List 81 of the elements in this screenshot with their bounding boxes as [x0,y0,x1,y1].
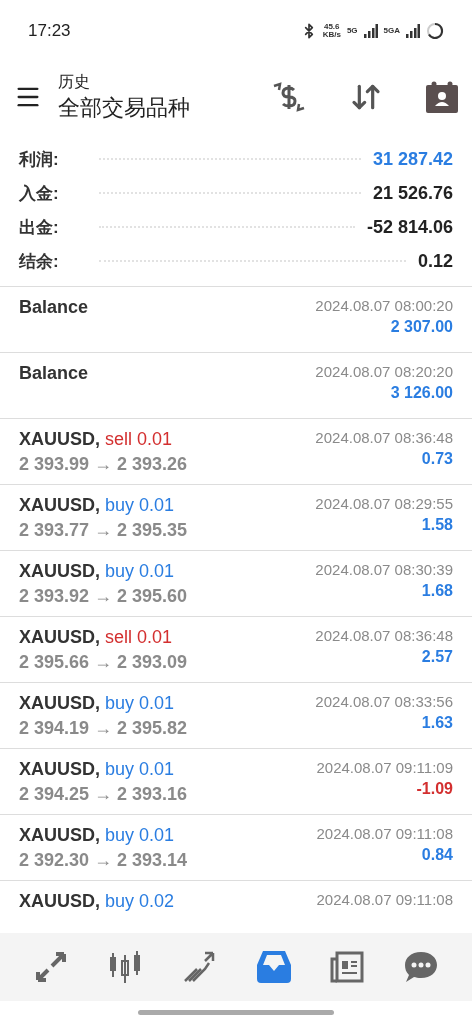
network-type: 5G [346,27,358,35]
newspaper-icon [330,951,365,983]
nav-tab[interactable] [256,951,291,983]
dollar-exchange-icon[interactable] [272,80,306,114]
order-type: buy 0.01 [105,693,175,714]
deal-type: Balance [19,297,89,318]
deal-time: 2024.08.07 08:33:56 [315,693,453,710]
profit: 0.84 [421,846,453,864]
profit: -1.09 [416,780,453,798]
symbol: XAUUSD, [19,627,100,648]
deal-time: 2024.08.07 09:11:08 [316,825,453,842]
symbol: XAUUSD, [19,429,100,450]
summary-label: 入金: [19,182,59,205]
deal-row[interactable]: XAUUSD, buy 0.01 2 393.92 → 2 395.60 2024.08.07 08:30:39 1.68 [0,551,472,617]
price-range: 2 394.19 → 2 395.82 [19,718,188,739]
deal-row[interactable]: XAUUSD, buy 0.01 2 393.77 → 2 395.35 2024.08.07 08:29:55 1.58 [0,485,472,551]
summary-value: -52 814.06 [366,216,453,238]
nav-tab[interactable] [330,951,365,983]
price-range: 2 392.30 → 2 393.14 [19,850,188,871]
speed-value: 45.6 [323,23,340,31]
summary-value: 31 287.42 [372,148,453,170]
summary-label: 出金: [19,216,59,239]
symbol: XAUUSD, [19,825,100,846]
deal-row[interactable]: Balance 2024.08.07 08:20:20 3 126.00 [0,353,472,419]
deal-row[interactable]: XAUUSD, buy 0.01 2 392.30 → 2 393.14 2024.08.07 09:11:08 0.84 [0,815,472,881]
network-type: 5GA [383,27,400,35]
signal-icon [406,24,420,38]
symbol-filter[interactable]: 全部交易品种 [58,92,190,123]
order-type: buy 0.01 [105,825,175,846]
deal-time: 2024.08.07 08:36:48 [315,429,453,446]
screen-title: 历史 [58,71,90,92]
contact-card-icon[interactable] [426,81,458,113]
price-range: 2 393.99 → 2 393.26 [19,454,188,475]
price-range: 2 393.92 → 2 395.60 [19,586,188,607]
diagonal-arrows-icon [33,952,68,982]
nav-tab[interactable] [33,952,68,982]
order-type: buy 0.02 [105,891,175,912]
deal-type: Balance [19,363,89,384]
price-range: 2 395.66 → 2 393.09 [19,652,188,673]
profit: 1.68 [421,582,453,600]
deal-row[interactable]: XAUUSD, buy 0.01 2 394.19 → 2 395.82 2024.08.07 08:33:56 1.63 [0,683,472,749]
profit: 2 307.00 [390,318,453,336]
summary-value: 0.12 [417,250,453,272]
symbol: XAUUSD, [19,561,100,582]
profit: 2.57 [421,648,453,666]
summary-label: 结余: [19,250,59,273]
deal-time: 2024.08.07 08:00:20 [315,297,453,314]
order-type: buy 0.01 [105,561,175,582]
chat-bubble-icon [404,951,439,983]
nav-tab[interactable] [404,951,439,983]
deal-row[interactable]: XAUUSD, sell 0.01 2 395.66 → 2 393.09 2024.08.07 08:36:48 2.57 [0,617,472,683]
order-type: buy 0.01 [105,495,175,516]
symbol: XAUUSD, [19,891,100,912]
deal-row[interactable]: Balance 2024.08.07 08:00:20 2 307.00 [0,287,472,353]
price-range: 2 393.77 → 2 395.35 [19,520,188,541]
deal-time: 2024.08.07 08:29:55 [315,495,453,512]
deal-row[interactable]: XAUUSD, buy 0.01 2 394.25 → 2 393.16 2024.08.07 09:11:09 -1.09 [0,749,472,815]
deal-time: 2024.08.07 08:30:39 [315,561,453,578]
deal-time: 2024.08.07 08:36:48 [315,627,453,644]
order-type: sell 0.01 [105,429,173,450]
signal-icon [363,24,378,38]
summary-value: 21 526.76 [372,182,453,204]
symbol: XAUUSD, [19,759,100,780]
profit: 3 126.00 [390,384,453,402]
order-type: sell 0.01 [105,627,173,648]
deal-row[interactable]: XAUUSD, sell 0.01 2 393.99 → 2 393.26 2024.08.07 08:36:48 0.73 [0,419,472,485]
profit: 1.58 [421,516,453,534]
clock: 17:23 [28,21,71,41]
profit: 0.73 [421,450,453,468]
battery-ring-icon [426,22,444,40]
summary-label: 利润: [19,148,59,171]
deal-time: 2024.08.07 08:20:20 [315,363,453,380]
order-type: buy 0.01 [105,759,175,780]
deal-time: 2024.08.07 09:11:09 [316,759,453,776]
symbol: XAUUSD, [19,495,100,516]
inbox-icon [256,951,291,983]
profit: 1.63 [421,714,453,732]
speed-unit: KB/s [322,31,341,39]
price-range: 2 394.25 → 2 393.16 [19,784,188,805]
symbol: XAUUSD, [19,693,100,714]
deal-time: 2024.08.07 09:11:08 [316,891,453,908]
